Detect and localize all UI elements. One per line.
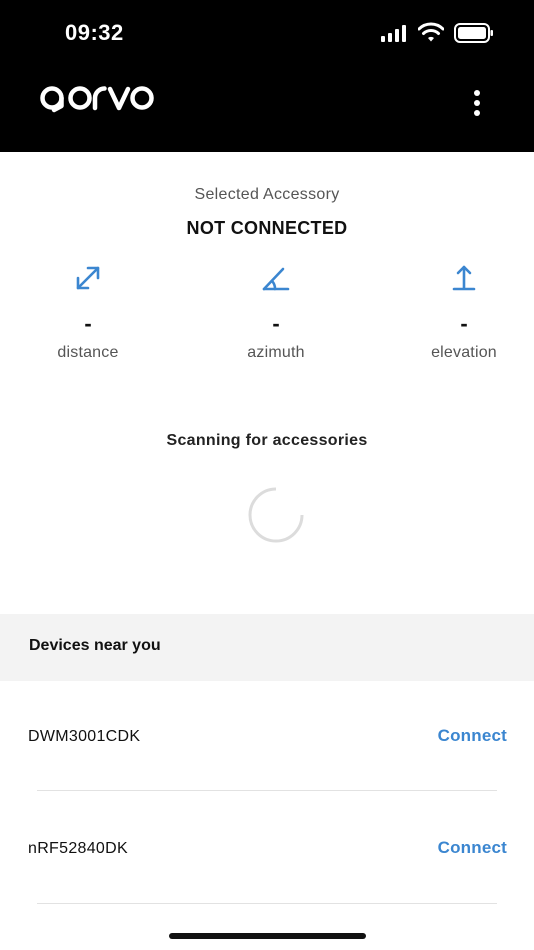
cellular-signal-icon bbox=[381, 24, 406, 42]
home-indicator[interactable] bbox=[169, 933, 366, 939]
metric-azimuth: - azimuth bbox=[206, 258, 346, 362]
distance-value: - bbox=[84, 311, 92, 336]
devices-section-title: Devices near you bbox=[29, 637, 161, 654]
list-divider bbox=[37, 903, 497, 904]
status-time: 09:32 bbox=[65, 20, 124, 45]
elevation-label: elevation bbox=[431, 344, 497, 361]
connect-button[interactable]: Connect bbox=[438, 726, 507, 746]
device-list-item: nRF52840DK Connect bbox=[0, 826, 534, 876]
azimuth-value: - bbox=[272, 311, 280, 336]
azimuth-label: azimuth bbox=[247, 344, 305, 361]
metric-distance: - distance bbox=[18, 258, 158, 362]
wifi-icon bbox=[418, 22, 444, 42]
device-list-item: DWM3001CDK Connect bbox=[0, 714, 534, 764]
devices-section-header: Devices near you bbox=[0, 614, 534, 681]
connect-button[interactable]: Connect bbox=[438, 838, 507, 858]
azimuth-angle-icon bbox=[262, 267, 290, 291]
more-vertical-icon[interactable] bbox=[469, 88, 485, 118]
elevation-arrow-icon bbox=[452, 265, 476, 291]
loading-spinner-icon bbox=[248, 487, 304, 543]
qorvo-logo bbox=[40, 86, 154, 113]
distance-label: distance bbox=[57, 344, 119, 361]
connection-status: NOT CONNECTED bbox=[186, 218, 348, 238]
elevation-value: - bbox=[460, 311, 468, 336]
selected-accessory-label: Selected Accessory bbox=[194, 186, 340, 203]
device-name: nRF52840DK bbox=[28, 840, 128, 857]
scanning-status-text: Scanning for accessories bbox=[166, 432, 368, 449]
app-header: 09:32 bbox=[0, 0, 534, 152]
distance-arrows-icon bbox=[76, 266, 100, 290]
device-name: DWM3001CDK bbox=[28, 728, 141, 745]
list-divider bbox=[37, 790, 497, 791]
battery-icon bbox=[454, 23, 493, 43]
metric-elevation: - elevation bbox=[394, 258, 534, 362]
